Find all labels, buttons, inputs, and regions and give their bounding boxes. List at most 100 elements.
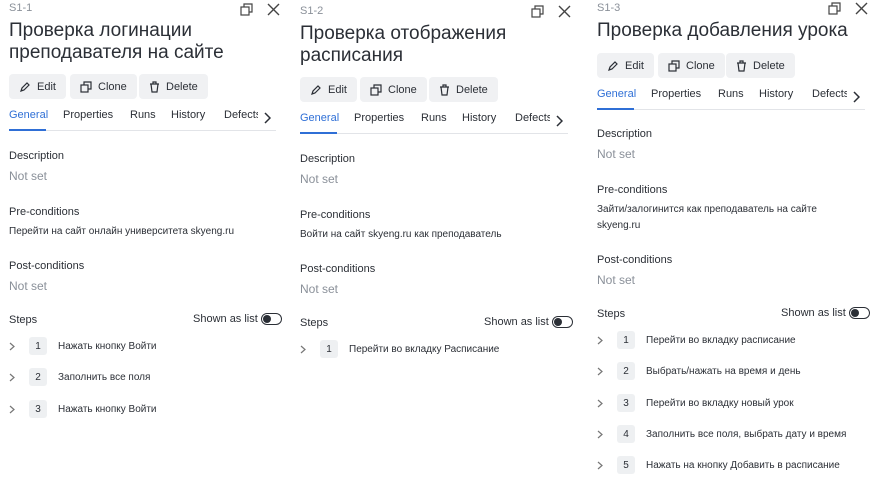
chevron-right-icon bbox=[597, 461, 607, 470]
title-line: расписания bbox=[300, 45, 403, 66]
clone-label: Clone bbox=[388, 83, 417, 96]
step-text: Заполнить все поля, выбрать дату и время bbox=[646, 428, 847, 440]
clone-button[interactable]: Clone bbox=[658, 53, 725, 78]
test-case-panel-s1-2: S1-2 Проверка отображения расписания Edi… bbox=[291, 0, 575, 484]
tab-bar: General Properties Runs History Defects bbox=[597, 88, 865, 110]
preconditions-line: Зайти/залогинится как преподаватель на с… bbox=[597, 204, 817, 215]
step-row[interactable]: 4 Заполнить все поля, выбрать дату и вре… bbox=[597, 425, 846, 443]
tab-history[interactable]: History bbox=[171, 109, 205, 121]
step-text: Перейти во вкладку новый урок bbox=[646, 397, 794, 409]
page-title: Проверка добавления урока bbox=[597, 20, 867, 42]
tab-defects-clip: Defects bbox=[224, 109, 262, 127]
shown-as-list-toggle[interactable]: Shown as list bbox=[484, 316, 573, 328]
step-row[interactable]: 2 Выбрать/нажать на время и день bbox=[597, 362, 801, 380]
step-number: 1 bbox=[320, 340, 338, 358]
step-row[interactable]: 3 Перейти во вкладку новый урок bbox=[597, 394, 794, 412]
window-restore-icon[interactable] bbox=[825, 0, 843, 17]
edit-button[interactable]: Edit bbox=[597, 53, 654, 78]
preconditions-line: Перейти на сайт онлайн университета skye… bbox=[9, 226, 235, 237]
toggle-switch[interactable] bbox=[551, 316, 573, 328]
step-text: Нажать на кнопку Добавить в расписание bbox=[646, 459, 840, 471]
clone-button[interactable]: Clone bbox=[70, 74, 137, 99]
toggle-switch[interactable] bbox=[848, 307, 870, 319]
step-number: 5 bbox=[617, 456, 635, 474]
step-number: 3 bbox=[29, 400, 47, 418]
description-value: Not set bbox=[300, 172, 339, 186]
title-line: преподавателя на сайте bbox=[9, 42, 224, 63]
window-restore-icon[interactable] bbox=[528, 2, 546, 20]
close-icon[interactable] bbox=[852, 0, 870, 17]
active-tab-indicator bbox=[9, 129, 46, 131]
chevron-right-icon[interactable] bbox=[258, 109, 276, 127]
preconditions-value: Зайти/залогинится как преподаватель на с… bbox=[597, 202, 817, 234]
delete-button[interactable]: Delete bbox=[139, 74, 208, 99]
tab-general[interactable]: General bbox=[9, 109, 48, 121]
step-row[interactable]: 5 Нажать на кнопку Добавить в расписание bbox=[597, 456, 840, 474]
step-number: 4 bbox=[617, 425, 635, 443]
step-number: 2 bbox=[617, 362, 635, 380]
tab-general[interactable]: General bbox=[300, 112, 339, 124]
postconditions-value: Not set bbox=[9, 279, 48, 293]
chevron-right-icon[interactable] bbox=[550, 112, 568, 130]
copy-icon bbox=[80, 80, 92, 93]
step-row[interactable]: 2 Заполнить все поля bbox=[9, 368, 150, 386]
chevron-right-icon bbox=[597, 336, 607, 345]
postconditions-label: Post-conditions bbox=[300, 263, 376, 275]
close-icon[interactable] bbox=[264, 0, 282, 18]
toggle-switch[interactable] bbox=[260, 313, 282, 325]
delete-button[interactable]: Delete bbox=[726, 53, 795, 78]
clone-button[interactable]: Clone bbox=[360, 77, 427, 102]
active-tab-indicator bbox=[597, 108, 634, 110]
tab-defects[interactable]: Defects bbox=[224, 109, 261, 121]
test-case-panel-s1-3: S1-3 Проверка добавления урока Edit Clon… bbox=[588, 0, 871, 484]
tab-defects[interactable]: Defects bbox=[812, 88, 849, 100]
window-restore-icon[interactable] bbox=[237, 0, 255, 18]
step-number: 1 bbox=[617, 331, 635, 349]
edit-button[interactable]: Edit bbox=[300, 77, 357, 102]
step-row[interactable]: 1 Перейти во вкладку расписание bbox=[597, 331, 796, 349]
edit-button[interactable]: Edit bbox=[9, 74, 66, 99]
shown-as-list-toggle[interactable]: Shown as list bbox=[193, 313, 282, 325]
title-line: Проверка логинации bbox=[9, 20, 192, 41]
step-text: Нажать кнопку Войти bbox=[58, 403, 157, 415]
copy-icon bbox=[668, 59, 680, 72]
pencil-icon bbox=[311, 84, 321, 95]
chevron-right-icon bbox=[300, 345, 310, 354]
shown-as-list-toggle[interactable]: Shown as list bbox=[781, 307, 870, 319]
trash-icon bbox=[737, 59, 746, 72]
preconditions-line: skyeng.ru bbox=[597, 220, 641, 231]
description-label: Description bbox=[597, 128, 653, 140]
clone-label: Clone bbox=[98, 80, 127, 93]
tab-properties[interactable]: Properties bbox=[63, 109, 113, 121]
tab-general[interactable]: General bbox=[597, 88, 636, 100]
chevron-right-icon[interactable] bbox=[847, 88, 865, 106]
delete-label: Delete bbox=[166, 80, 198, 93]
step-row[interactable]: 1 Нажать кнопку Войти bbox=[9, 337, 157, 355]
step-text: Перейти во вкладку Расписание bbox=[349, 343, 500, 355]
steps-label: Steps bbox=[597, 308, 626, 320]
edit-label: Edit bbox=[625, 59, 644, 72]
steps-label: Steps bbox=[9, 314, 38, 326]
chevron-right-icon bbox=[9, 373, 19, 382]
postconditions-label: Post-conditions bbox=[597, 254, 673, 266]
step-row[interactable]: 3 Нажать кнопку Войти bbox=[9, 400, 157, 418]
clone-label: Clone bbox=[686, 59, 715, 72]
delete-button[interactable]: Delete bbox=[429, 77, 498, 102]
tab-properties[interactable]: Properties bbox=[354, 112, 404, 124]
tab-defects-clip: Defects bbox=[515, 112, 551, 130]
tab-properties[interactable]: Properties bbox=[651, 88, 701, 100]
postconditions-value: Not set bbox=[300, 282, 339, 296]
close-icon[interactable] bbox=[555, 2, 573, 20]
tab-runs[interactable]: Runs bbox=[130, 109, 156, 121]
tab-history[interactable]: History bbox=[759, 88, 793, 100]
case-id: S1-1 bbox=[9, 2, 33, 14]
shown-as-list-label: Shown as list bbox=[781, 307, 846, 319]
page-title: Проверка логинации преподавателя на сайт… bbox=[9, 20, 271, 64]
tab-history[interactable]: History bbox=[462, 112, 496, 124]
trash-icon bbox=[150, 80, 159, 93]
tab-runs[interactable]: Runs bbox=[718, 88, 744, 100]
tab-runs[interactable]: Runs bbox=[421, 112, 447, 124]
step-row[interactable]: 1 Перейти во вкладку Расписание bbox=[300, 340, 499, 358]
tab-defects[interactable]: Defects bbox=[515, 112, 551, 124]
step-number: 2 bbox=[29, 368, 47, 386]
